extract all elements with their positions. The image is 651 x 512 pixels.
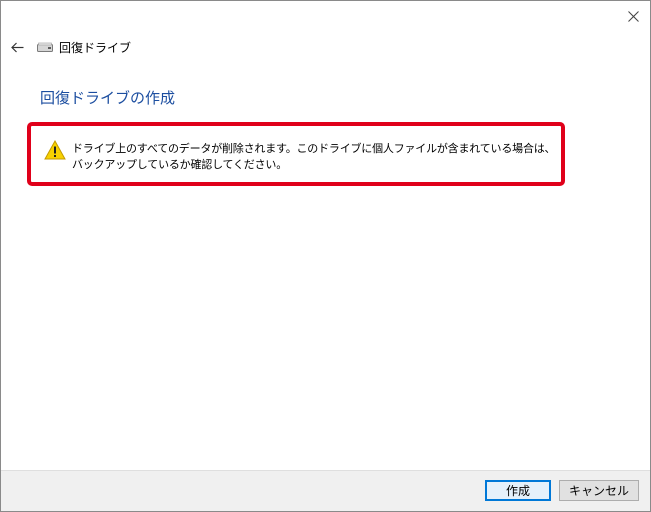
back-button[interactable] <box>9 39 25 55</box>
window-title: 回復ドライブ <box>59 40 132 55</box>
close-button[interactable] <box>622 5 644 27</box>
title-bar: 回復ドライブ <box>9 37 131 57</box>
recovery-drive-window: 回復ドライブ 回復ドライブの作成 ドライブ上のすべてのデータが削除されます。この… <box>0 0 651 512</box>
page-heading: 回復ドライブの作成 <box>40 89 176 107</box>
warning-text: ドライブ上のすべてのデータが削除されます。このドライブに個人ファイルが含まれてい… <box>72 142 556 171</box>
drive-icon <box>37 41 53 53</box>
create-button[interactable]: 作成 <box>485 480 551 501</box>
footer-bar: 作成 キャンセル <box>1 470 650 511</box>
warning-icon <box>44 140 66 160</box>
close-icon <box>627 10 639 22</box>
warning-message-box: ドライブ上のすべてのデータが削除されます。このドライブに個人ファイルが含まれてい… <box>27 122 565 186</box>
cancel-button[interactable]: キャンセル <box>559 480 639 501</box>
back-arrow-icon <box>10 42 23 52</box>
